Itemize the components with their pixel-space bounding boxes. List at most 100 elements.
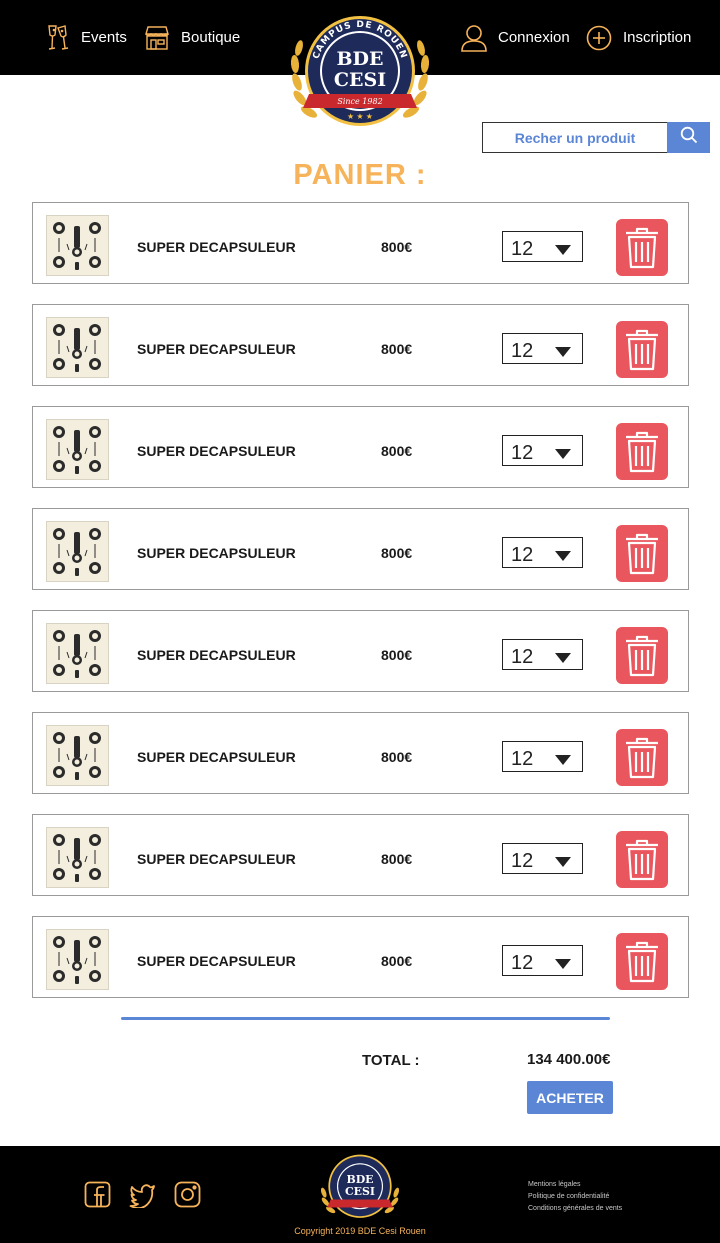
quantity-select[interactable]: 12 <box>502 945 583 976</box>
chevron-down-icon <box>555 347 571 357</box>
plus-circle-icon <box>586 25 612 51</box>
trash-icon <box>624 533 660 575</box>
nav-boutique-label: Boutique <box>181 29 241 46</box>
delete-item-button[interactable] <box>616 729 668 786</box>
quantity-select[interactable]: 12 <box>502 231 583 262</box>
quantity-select[interactable]: 12 <box>502 639 583 670</box>
chevron-down-icon <box>555 653 571 663</box>
footer-logo: BDE CESI <box>318 1152 402 1224</box>
nav-events-link[interactable]: Events <box>46 0 127 75</box>
user-icon <box>461 24 487 52</box>
trash-icon <box>624 635 660 677</box>
product-thumbnail[interactable] <box>46 623 109 684</box>
legal-mentions-link[interactable]: Mentions légales <box>528 1179 622 1191</box>
cart-row: SUPER DECAPSULEUR 800€ 12 <box>32 814 689 896</box>
product-thumbnail[interactable] <box>46 827 109 888</box>
product-thumbnail[interactable] <box>46 929 109 990</box>
footer-logo-line1: BDE <box>346 1173 373 1186</box>
nav-connexion-link[interactable]: Connexion <box>461 0 570 75</box>
quantity-value: 12 <box>511 442 534 464</box>
delete-item-button[interactable] <box>616 321 668 378</box>
product-thumbnail[interactable] <box>46 317 109 378</box>
page-title: PANIER : <box>293 159 427 191</box>
product-thumbnail[interactable] <box>46 215 109 276</box>
delete-item-button[interactable] <box>616 423 668 480</box>
product-name: SUPER DECAPSULEUR <box>137 239 296 255</box>
quantity-value: 12 <box>511 748 534 770</box>
product-thumbnail[interactable] <box>46 521 109 582</box>
privacy-policy-link[interactable]: Politique de confidentialité <box>528 1191 622 1203</box>
champagne-glasses-icon <box>46 24 70 52</box>
logo-line1: BDE <box>336 48 383 70</box>
nav-boutique-link[interactable]: Boutique <box>144 0 240 75</box>
nav-inscription-label: Inscription <box>623 29 692 46</box>
product-price: 800€ <box>381 545 413 561</box>
search-button[interactable] <box>667 122 710 153</box>
delete-item-button[interactable] <box>616 831 668 888</box>
trash-icon <box>624 839 660 881</box>
trash-icon <box>624 431 660 473</box>
product-price: 800€ <box>381 953 413 969</box>
bde-cesi-logo[interactable]: CAMPUS DE ROUEN BDE CESI Since 1982 ★ ★ … <box>287 12 433 136</box>
chevron-down-icon <box>555 449 571 459</box>
legal-links: Mentions légales Politique de confidenti… <box>528 1179 622 1215</box>
quantity-value: 12 <box>511 340 534 362</box>
cart-row: SUPER DECAPSULEUR 800€ 12 <box>32 916 689 998</box>
instagram-icon[interactable] <box>174 1181 201 1208</box>
quantity-value: 12 <box>511 544 534 566</box>
quantity-select[interactable]: 12 <box>502 333 583 364</box>
trash-icon <box>624 227 660 269</box>
product-name: SUPER DECAPSULEUR <box>137 341 296 357</box>
quantity-select[interactable]: 12 <box>502 843 583 874</box>
delete-item-button[interactable] <box>616 219 668 276</box>
logo-since: Since 1982 <box>337 97 382 106</box>
search-icon <box>680 126 698 149</box>
quantity-select[interactable]: 12 <box>502 537 583 568</box>
product-name: SUPER DECAPSULEUR <box>137 545 296 561</box>
delete-item-button[interactable] <box>616 933 668 990</box>
nav-inscription-link[interactable]: Inscription <box>586 0 691 75</box>
delete-item-button[interactable] <box>616 525 668 582</box>
chevron-down-icon <box>555 245 571 255</box>
cart-list: SUPER DECAPSULEUR 800€ 12 SUPER DECAPSUL… <box>32 202 689 1018</box>
cart-row: SUPER DECAPSULEUR 800€ 12 <box>32 304 689 386</box>
product-price: 800€ <box>381 443 413 459</box>
quantity-value: 12 <box>511 850 534 872</box>
cart-row: SUPER DECAPSULEUR 800€ 12 <box>32 610 689 692</box>
product-price: 800€ <box>381 647 413 663</box>
chevron-down-icon <box>555 959 571 969</box>
product-name: SUPER DECAPSULEUR <box>137 443 296 459</box>
delete-item-button[interactable] <box>616 627 668 684</box>
nav-events-label: Events <box>81 29 127 46</box>
product-price: 800€ <box>381 851 413 867</box>
product-thumbnail[interactable] <box>46 725 109 786</box>
svg-text:★ ★ ★: ★ ★ ★ <box>347 112 373 121</box>
product-name: SUPER DECAPSULEUR <box>137 647 296 663</box>
terms-of-sale-link[interactable]: Conditions générales de vents <box>528 1203 622 1215</box>
footer-logo-line2: CESI <box>345 1185 375 1198</box>
product-price: 800€ <box>381 239 413 255</box>
copyright-text: Copyright 2019 BDE Cesi Rouen <box>294 1226 426 1236</box>
cart-row: SUPER DECAPSULEUR 800€ 12 <box>32 712 689 794</box>
trash-icon <box>624 329 660 371</box>
product-thumbnail[interactable] <box>46 419 109 480</box>
quantity-value: 12 <box>511 646 534 668</box>
product-name: SUPER DECAPSULEUR <box>137 749 296 765</box>
trash-icon <box>624 941 660 983</box>
cart-row: SUPER DECAPSULEUR 800€ 12 <box>32 202 689 284</box>
twitter-icon[interactable] <box>129 1181 156 1208</box>
quantity-select[interactable]: 12 <box>502 435 583 466</box>
buy-button[interactable]: ACHETER <box>527 1081 613 1114</box>
search-bar <box>482 122 710 153</box>
nav-connexion-label: Connexion <box>498 29 570 46</box>
total-value: 134 400.00€ <box>527 1051 611 1068</box>
quantity-select[interactable]: 12 <box>502 741 583 772</box>
facebook-icon[interactable] <box>84 1181 111 1208</box>
chevron-down-icon <box>555 755 571 765</box>
search-input[interactable] <box>482 122 667 153</box>
shop-icon <box>144 25 170 51</box>
total-label: TOTAL : <box>362 1052 420 1069</box>
chevron-down-icon <box>555 857 571 867</box>
footer: BDE CESI Copyright 2019 BDE Cesi Rouen M… <box>0 1146 720 1243</box>
chevron-down-icon <box>555 551 571 561</box>
